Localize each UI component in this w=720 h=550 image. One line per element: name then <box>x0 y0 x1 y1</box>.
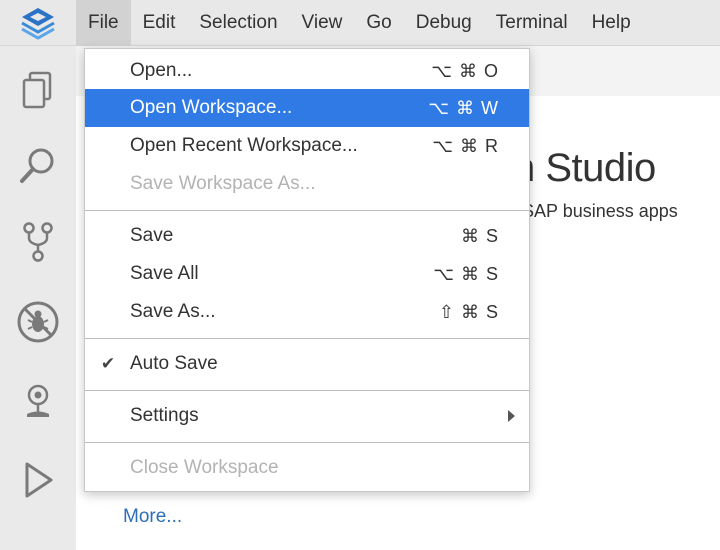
menu-item-open[interactable]: Open... ⌥ ⌘ O <box>85 52 529 90</box>
checkmark-icon: ✔ <box>100 354 116 373</box>
menu-item-label: Open Workspace... <box>130 97 293 118</box>
menu-item-label: Save All <box>130 263 199 284</box>
menu-edit[interactable]: Edit <box>131 0 188 46</box>
menu-help[interactable]: Help <box>580 0 643 46</box>
menu-item-open-workspace[interactable]: Open Workspace... ⌥ ⌘ W <box>85 89 529 127</box>
plugins-icon[interactable] <box>14 378 62 426</box>
shortcut-label: ⌥ ⌘ S <box>433 263 499 284</box>
file-menu-dropdown: Open... ⌥ ⌘ O Open Workspace... ⌥ ⌘ W Op… <box>84 48 530 492</box>
menu-separator <box>85 390 529 391</box>
menu-selection[interactable]: Selection <box>187 0 289 46</box>
menu-item-label: Settings <box>130 405 199 426</box>
menu-go[interactable]: Go <box>354 0 403 46</box>
menu-item-open-recent-workspace[interactable]: Open Recent Workspace... ⌥ ⌘ R <box>85 127 529 165</box>
menu-item-label: Save Workspace As... <box>130 173 316 194</box>
menu-terminal[interactable]: Terminal <box>484 0 580 46</box>
menu-separator <box>85 442 529 443</box>
menu-item-label: Auto Save <box>130 353 218 374</box>
menu-item-save-as[interactable]: Save As... ⇧ ⌘ S <box>85 293 529 331</box>
menu-item-save[interactable]: Save ⌘ S <box>85 217 529 255</box>
shortcut-label: ⌥ ⌘ W <box>428 97 499 118</box>
welcome-title: n Studio <box>513 146 656 190</box>
more-link[interactable]: More... <box>123 506 182 528</box>
shortcut-label: ⌘ S <box>460 225 499 246</box>
shortcut-label: ⇧ ⌘ S <box>438 301 499 322</box>
menu-item-save-all[interactable]: Save All ⌥ ⌘ S <box>85 255 529 293</box>
welcome-subtitle: SAP business apps <box>522 201 678 221</box>
menu-item-close-workspace: Close Workspace <box>85 449 529 487</box>
app-logo-icon <box>0 0 76 46</box>
menu-item-save-workspace-as: Save Workspace As... <box>85 165 529 203</box>
menu-separator <box>85 338 529 339</box>
menu-view[interactable]: View <box>290 0 355 46</box>
debug-icon[interactable] <box>14 298 62 346</box>
menu-item-label: Save As... <box>130 301 216 322</box>
menu-item-label: Close Workspace <box>130 457 279 478</box>
submenu-arrow-icon <box>508 410 515 422</box>
menu-bar: File Edit Selection View Go Debug Termin… <box>0 0 720 46</box>
menu-item-label: Save <box>130 225 174 246</box>
menu-item-label: Open... <box>130 60 193 81</box>
menu-file[interactable]: File <box>76 0 131 46</box>
shortcut-label: ⌥ ⌘ O <box>431 60 499 81</box>
menu-debug[interactable]: Debug <box>404 0 484 46</box>
explorer-icon[interactable] <box>14 66 62 114</box>
menu-item-settings[interactable]: Settings <box>85 397 529 435</box>
activity-bar <box>0 46 76 550</box>
source-control-icon[interactable] <box>14 218 62 266</box>
run-icon[interactable] <box>14 456 62 504</box>
search-icon[interactable] <box>14 142 62 190</box>
menu-item-label: Open Recent Workspace... <box>130 135 358 156</box>
menu-item-auto-save[interactable]: ✔ Auto Save <box>85 345 529 383</box>
shortcut-label: ⌥ ⌘ R <box>432 135 499 156</box>
menu-separator <box>85 210 529 211</box>
